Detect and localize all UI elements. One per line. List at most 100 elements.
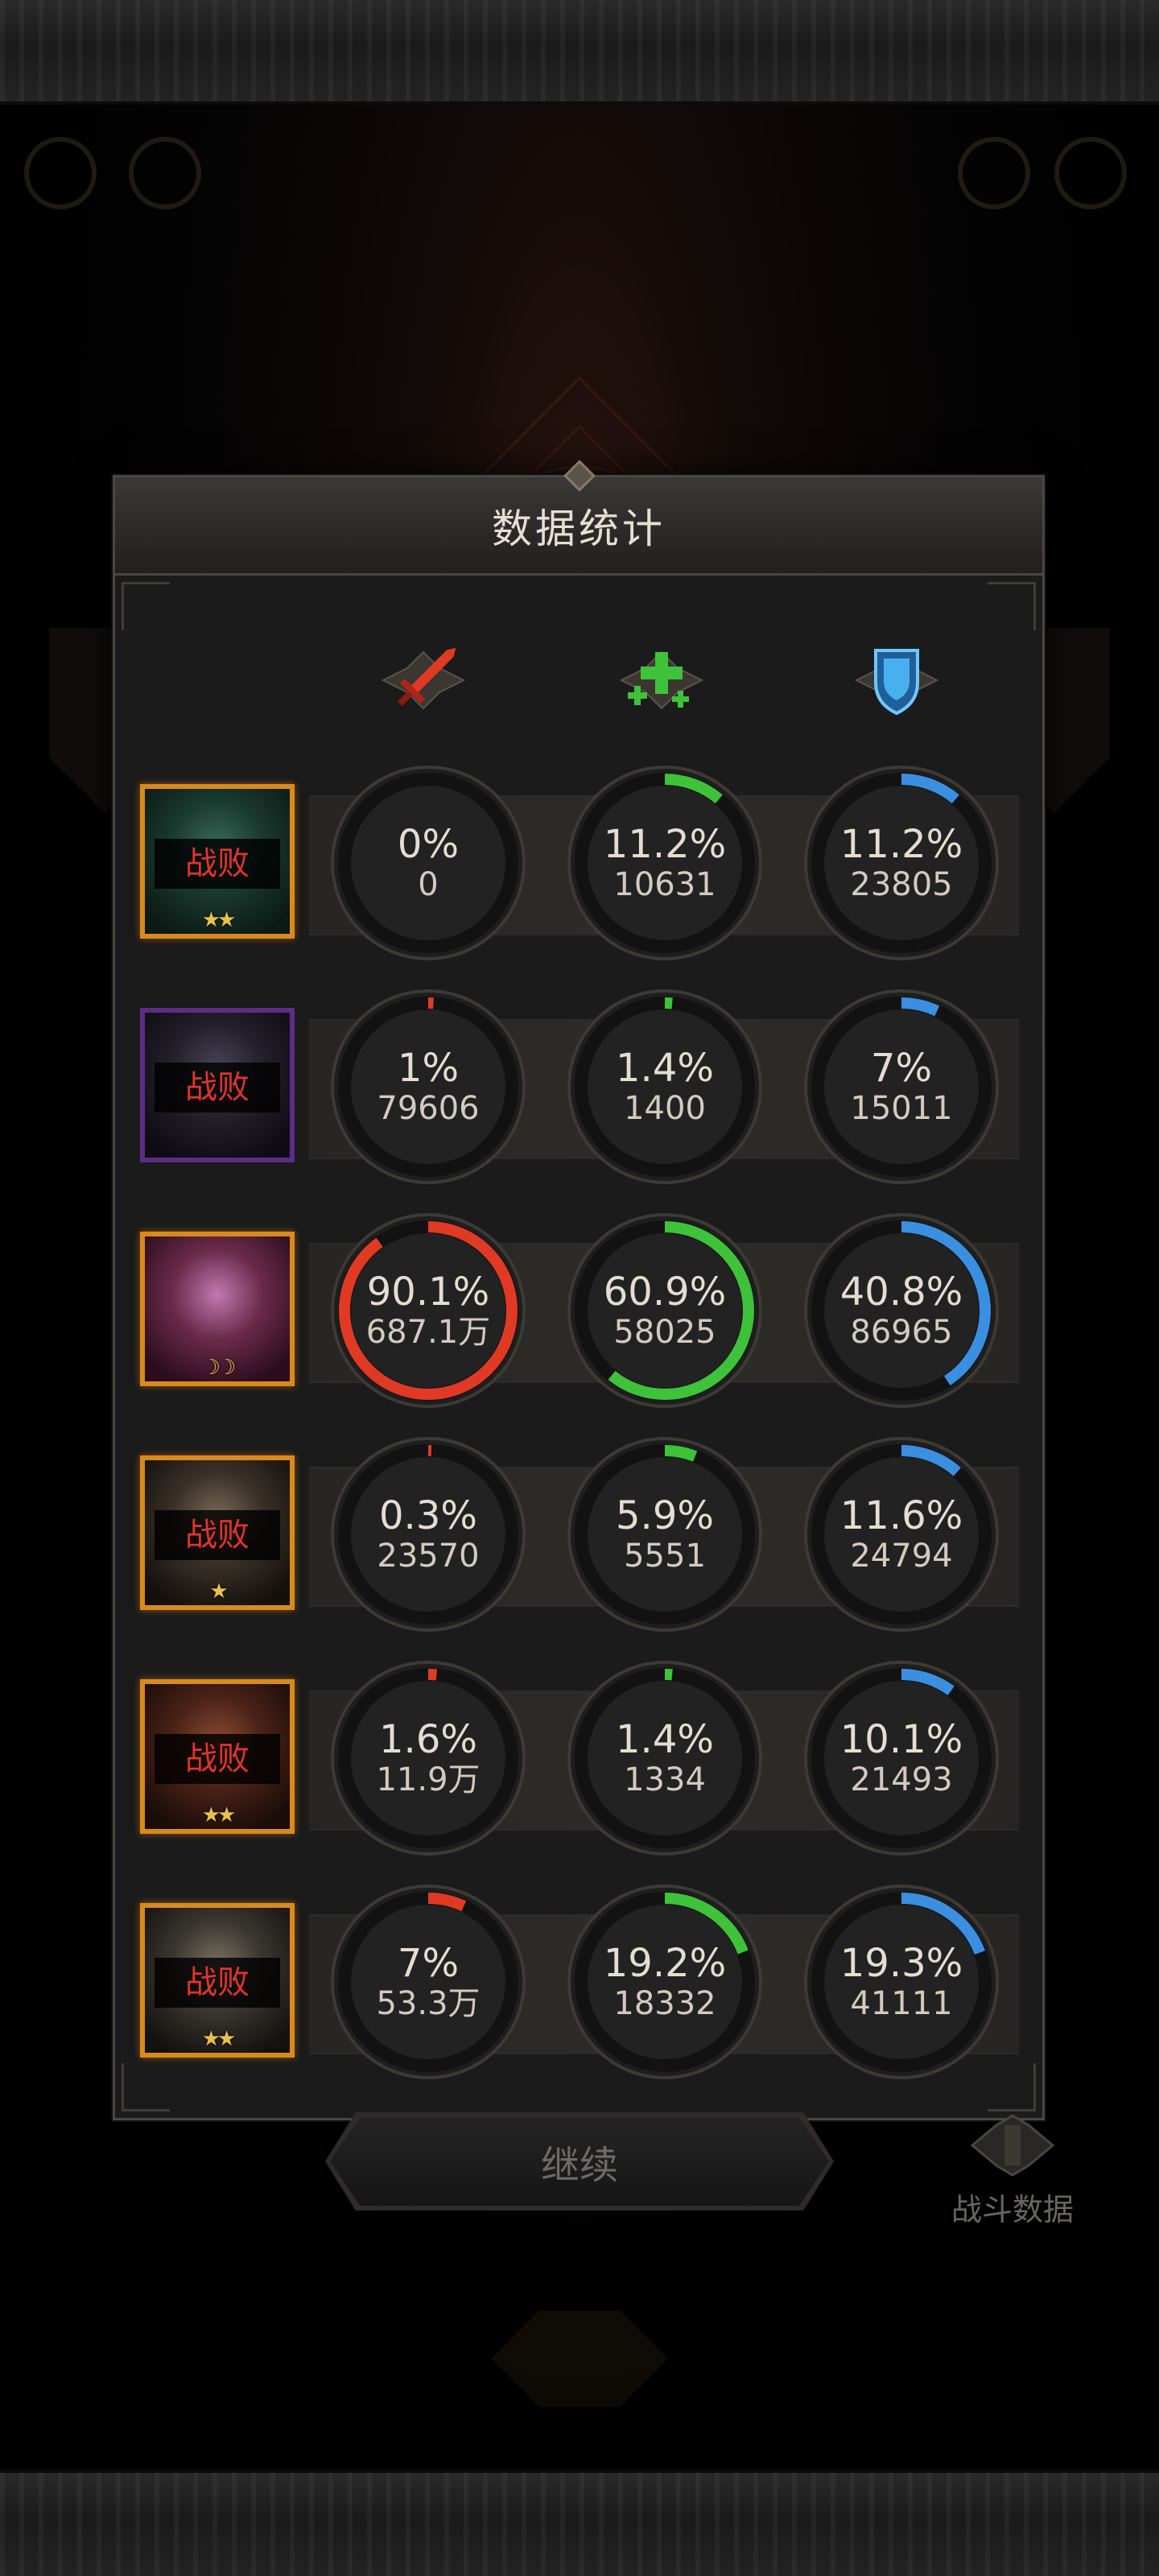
gauge-percent: 1.4%	[616, 1046, 714, 1091]
defeated-label: 战败	[155, 1510, 280, 1560]
corner-ornament	[122, 582, 170, 630]
star-rank-icon: ★★	[201, 1803, 237, 1827]
gauge-text: 1% 79606	[330, 989, 526, 1185]
gauge-percent: 7%	[397, 1941, 460, 1986]
defeated-label: 战败	[155, 1063, 280, 1113]
defense-gauge: 11.2% 23805	[803, 765, 1000, 961]
battle-data-button[interactable]: 战斗数据	[940, 2109, 1085, 2227]
star-rank-icon: ☽☽	[201, 1356, 237, 1380]
gauge-value: 1334	[624, 1761, 706, 1798]
ghost-speed-icon	[129, 137, 201, 209]
gauge-value: 53.3万	[376, 1985, 481, 2022]
gauge-value: 23570	[377, 1538, 480, 1575]
gauge-value: 18332	[613, 1985, 716, 2022]
hero-avatar[interactable]: 战败 ★★	[140, 1679, 295, 1834]
gauge-value: 10631	[613, 866, 716, 903]
gauge-value: 21493	[850, 1761, 953, 1798]
gauge-percent: 0%	[397, 822, 460, 867]
gauge-text: 5.9% 5551	[567, 1436, 763, 1633]
gauge-text: 0.3% 23570	[330, 1436, 526, 1633]
healing-cross-icon	[619, 650, 704, 710]
star-rank-icon: ★★	[201, 2027, 237, 2051]
star-rank-icon: ★★	[201, 908, 237, 932]
ghost-play-icon	[24, 137, 97, 209]
gauge-value: 687.1万	[365, 1314, 491, 1351]
gauge-text: 11.2% 23805	[803, 765, 1000, 961]
gauge-text: 1.4% 1400	[567, 989, 763, 1185]
hero-avatar[interactable]: 战败	[140, 1008, 295, 1162]
gauge-text: 11.6% 24794	[803, 1436, 1000, 1633]
defense-gauge: 11.6% 24794	[803, 1436, 1000, 1633]
healing-gauge: 11.2% 10631	[567, 765, 763, 961]
damage-gauge: 0% 0	[330, 765, 526, 961]
gauge-percent: 11.2%	[603, 822, 727, 867]
gauge-percent: 1%	[397, 1046, 460, 1091]
modal-title: 数据统计	[492, 505, 666, 552]
gauge-text: 0% 0	[330, 765, 526, 961]
bottom-frame-bar	[0, 2470, 1159, 2576]
ghost-auto-icon	[958, 137, 1030, 209]
stats-row: 战败 ★★ 0% 0 11.2% 10631 11.2% 23805	[140, 765, 1021, 966]
battle-data-label: 战斗数据	[951, 2192, 1074, 2227]
hero-avatar[interactable]: 战败 ★★	[140, 1903, 295, 2058]
gauge-percent: 19.2%	[603, 1941, 727, 1986]
defeated-label: 战败	[155, 839, 280, 889]
defeated-label: 战败	[155, 1958, 280, 2008]
gauge-percent: 19.3%	[839, 1941, 963, 1986]
defense-gauge: 10.1% 21493	[803, 1660, 1000, 1856]
stats-row: ☽☽ 90.1% 687.1万 60.9% 58025 40.8% 86965	[140, 1212, 1021, 1414]
gauge-value: 11.9万	[376, 1761, 481, 1798]
hero-avatar[interactable]: 战败 ★	[140, 1455, 295, 1610]
damage-gauge: 1% 79606	[330, 989, 526, 1185]
corner-ornament	[988, 582, 1036, 630]
gauge-value: 1400	[624, 1090, 706, 1127]
gauge-value: 86965	[850, 1314, 953, 1351]
gauge-value: 79606	[377, 1090, 480, 1127]
healing-gauge: 1.4% 1400	[567, 989, 763, 1185]
gauge-text: 7% 15011	[803, 989, 1000, 1185]
gauge-text: 11.2% 10631	[567, 765, 763, 961]
hero-avatar[interactable]: ☽☽	[140, 1232, 295, 1386]
gauge-value: 41111	[850, 1985, 953, 2022]
battle-data-icon	[970, 2114, 1055, 2177]
gauge-value: 58025	[613, 1314, 716, 1351]
gauge-percent: 1.6%	[379, 1717, 477, 1762]
ghost-settings-icon	[1054, 137, 1127, 209]
gauge-value: 5551	[624, 1538, 706, 1575]
defense-gauge: 40.8% 86965	[803, 1212, 1000, 1409]
damage-gauge: 7% 53.3万	[330, 1884, 526, 2080]
gauge-text: 10.1% 21493	[803, 1660, 1000, 1856]
top-frame-bar	[0, 0, 1159, 105]
gauge-percent: 7%	[870, 1046, 933, 1091]
gauge-percent: 90.1%	[366, 1269, 490, 1315]
gauge-percent: 10.1%	[839, 1717, 963, 1762]
gauge-percent: 11.2%	[839, 822, 963, 867]
gauge-text: 60.9% 58025	[567, 1212, 763, 1409]
damage-gauge: 1.6% 11.9万	[330, 1660, 526, 1856]
gauge-percent: 0.3%	[379, 1493, 477, 1538]
gauge-percent: 11.6%	[839, 1493, 963, 1538]
gauge-text: 90.1% 687.1万	[330, 1212, 526, 1409]
continue-button[interactable]: 继续	[330, 2117, 829, 2206]
defense-gauge: 7% 15011	[803, 989, 1000, 1185]
damage-sword-icon	[381, 647, 466, 710]
gauge-percent: 40.8%	[839, 1269, 963, 1315]
healing-gauge: 5.9% 5551	[567, 1436, 763, 1633]
healing-gauge: 19.2% 18332	[567, 1884, 763, 2080]
gauge-value: 0	[418, 866, 439, 903]
gauge-percent: 5.9%	[616, 1493, 714, 1538]
star-rank-icon: ★	[209, 1579, 228, 1604]
damage-gauge: 0.3% 23570	[330, 1436, 526, 1633]
gauge-value: 24794	[850, 1538, 953, 1575]
gauge-value: 23805	[850, 866, 953, 903]
stats-row: 战败 ★★ 1.6% 11.9万 1.4% 1334 10.1% 21493	[140, 1660, 1021, 1861]
defense-shield-icon	[854, 649, 939, 716]
gauge-value: 15011	[850, 1090, 953, 1127]
healing-gauge: 60.9% 58025	[567, 1212, 763, 1409]
ghost-emblem-icon	[491, 2310, 668, 2407]
defeated-label: 战败	[155, 1734, 280, 1784]
hero-avatar[interactable]: 战败 ★★	[140, 784, 295, 939]
gauge-text: 7% 53.3万	[330, 1884, 526, 2080]
stats-row: 战败 ★ 0.3% 23570 5.9% 5551 11.6% 24794	[140, 1436, 1021, 1637]
gauge-text: 1.4% 1334	[567, 1660, 763, 1856]
